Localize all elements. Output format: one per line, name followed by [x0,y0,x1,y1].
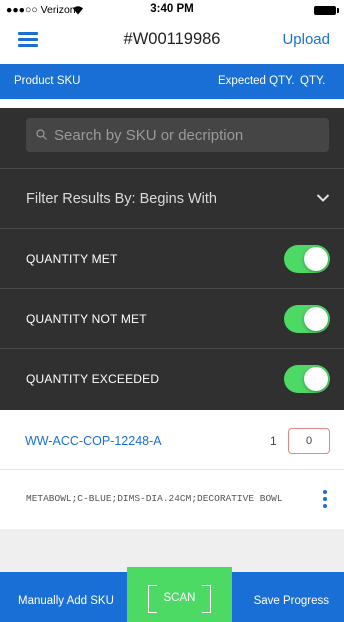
toggle-row-quantity-not-met: QUANTITY NOT MET [0,288,344,348]
manually-add-sku-button[interactable]: Manually Add SKU [18,595,114,607]
table-row: WW-ACC-COP-12248-A 1 [0,414,344,470]
nav-bar: #W00119986 Upload [0,20,344,60]
toggle-row-quantity-exceeded: QUANTITY EXCEEDED [0,348,344,408]
scan-button[interactable]: SCAN [127,567,232,622]
empty-area [0,529,344,572]
header-product-sku: Product SKU [14,75,81,87]
clock: 3:40 PM [150,3,194,15]
search-input[interactable] [54,118,324,152]
chevron-down-icon [316,194,330,202]
item-description-row: METABOWL;C-BLUE;DIMS-DIA.24CM;DECORATIVE… [0,471,344,529]
item-sku-link[interactable]: WW-ACC-COP-12248-A [25,434,162,448]
filter-by-dropdown[interactable]: Filter Results By: Begins With [0,168,344,228]
scan-label: SCAN [163,592,196,604]
qty-input[interactable] [288,428,330,454]
save-progress-button[interactable]: Save Progress [254,595,329,607]
quantity-not-met-toggle[interactable] [284,305,330,333]
status-bar: ●●●○○ Verizon 3:40 PM [0,0,344,20]
search-box[interactable] [26,118,329,152]
toggle-row-quantity-met: QUANTITY MET [0,228,344,288]
quantity-met-toggle[interactable] [284,245,330,273]
header-qty: QTY. [300,75,326,87]
quantity-exceeded-toggle[interactable] [284,365,330,393]
search-icon [36,129,47,140]
table-header: Product SKU Expected QTY. QTY. [0,64,344,99]
filter-panel: Filter Results By: Begins With QUANTITY … [0,108,344,410]
filter-by-label: Filter Results By: Begins With [26,191,217,207]
toggle-label: QUANTITY EXCEEDED [26,372,160,386]
expected-qty-value: 1 [270,434,277,448]
header-expected-qty: Expected QTY. [218,75,295,87]
toggle-label: QUANTITY MET [26,252,118,266]
upload-button[interactable]: Upload [282,31,330,48]
toggle-label: QUANTITY NOT MET [26,312,147,326]
item-description: METABOWL;C-BLUE;DIMS-DIA.24CM;DECORATIVE… [26,493,283,504]
battery-icon [314,6,339,15]
more-options-icon[interactable] [322,490,328,508]
